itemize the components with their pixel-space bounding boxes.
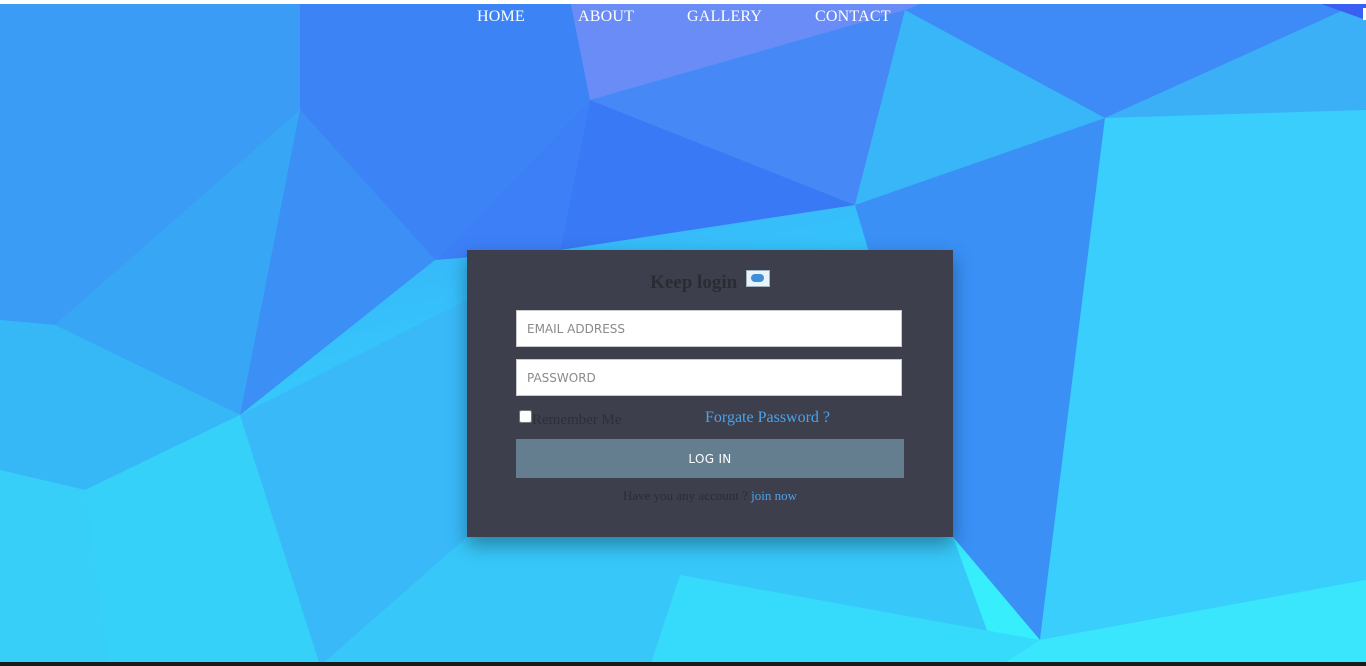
signup-row: Have you any account ? join now	[467, 488, 953, 504]
remember-me-label: Remember Me	[532, 412, 622, 428]
password-input[interactable]	[516, 359, 902, 396]
signup-prompt: Have you any account ?	[622, 488, 748, 503]
nav-gallery-link[interactable]: GALLERY	[687, 8, 762, 26]
remember-me[interactable]: Remember Me	[519, 410, 622, 428]
top-border	[0, 0, 1366, 4]
login-card: Keep login Remember Me Forgate Password …	[467, 250, 953, 537]
join-now-link[interactable]: join now	[751, 488, 797, 503]
login-title: Keep login	[650, 272, 738, 293]
email-input[interactable]	[516, 310, 902, 347]
top-navigation: HOME ABOUT GALLERY CONTACT	[0, 8, 1366, 28]
nav-about-link[interactable]: ABOUT	[578, 8, 634, 26]
nav-contact-link[interactable]: CONTACT	[815, 8, 891, 26]
login-button[interactable]: LOG IN	[516, 439, 904, 478]
brand-logo-icon	[745, 270, 770, 287]
bottom-border	[0, 662, 1366, 666]
login-title-row: Keep login	[467, 270, 953, 294]
forgot-password-link[interactable]: Forgate Password ?	[705, 409, 830, 427]
remember-me-checkbox[interactable]	[519, 410, 532, 423]
nav-home-link[interactable]: HOME	[477, 8, 525, 26]
